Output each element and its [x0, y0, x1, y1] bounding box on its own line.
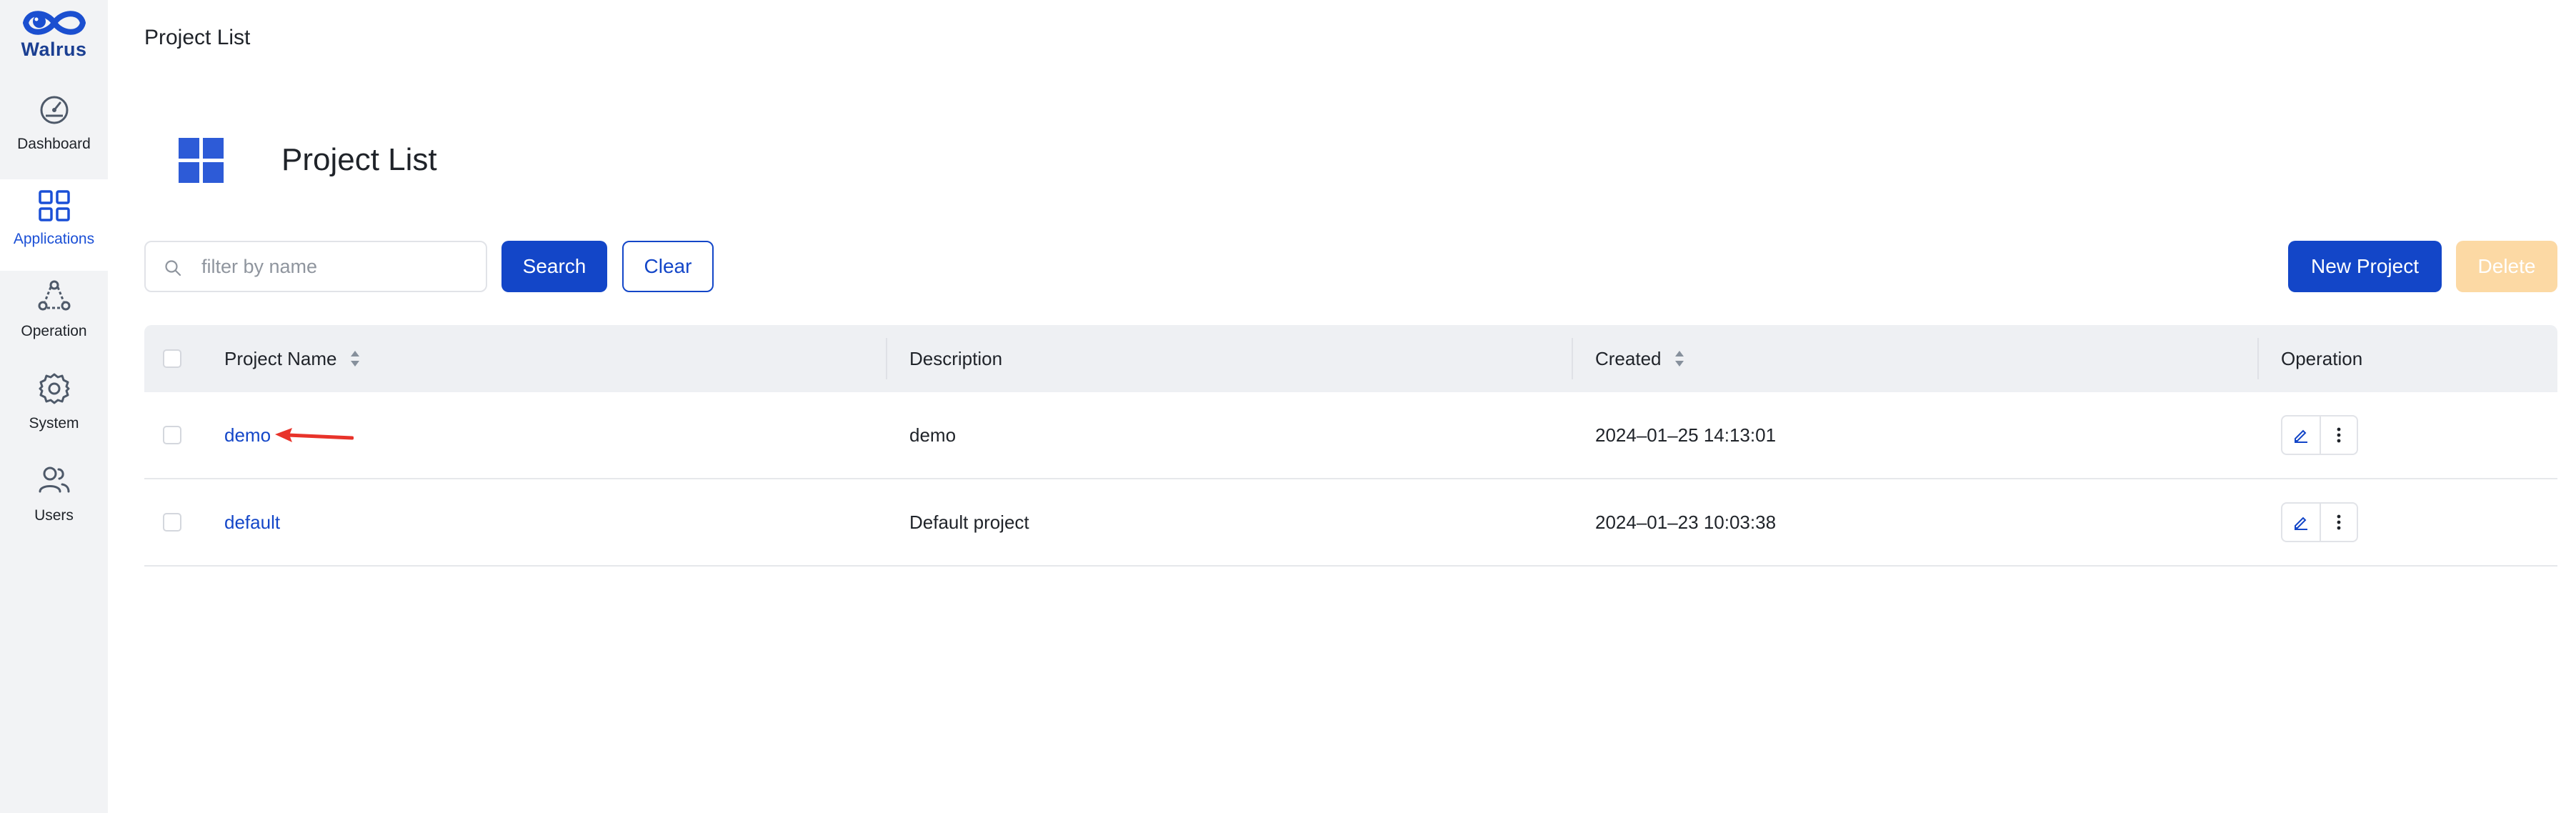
column-header-operation: Operation	[2281, 347, 2363, 369]
search-button[interactable]: Search	[501, 241, 607, 292]
column-divider	[1572, 338, 1573, 379]
sidebar: Walrus Dashboard Applications Operation	[0, 0, 108, 813]
page-title: Project List	[281, 142, 437, 177]
column-divider	[886, 338, 887, 379]
sort-icon[interactable]	[350, 349, 360, 368]
project-description: demo	[909, 424, 957, 446]
sidebar-item-dashboard[interactable]: Dashboard	[0, 94, 108, 186]
column-header-description: Description	[909, 347, 1003, 369]
edit-pencil-icon	[2295, 429, 2307, 443]
sidebar-item-system[interactable]: System	[0, 372, 108, 464]
edit-button[interactable]	[2282, 504, 2320, 541]
users-icon	[39, 467, 69, 493]
sidebar-item-label: System	[29, 415, 79, 432]
project-created: 2024–01–25 14:13:01	[1595, 424, 1777, 446]
sidebar-item-label: Applications	[13, 231, 95, 247]
brand-logo[interactable]: Walrus	[0, 6, 108, 61]
more-actions-button[interactable]	[2320, 417, 2357, 454]
delete-button[interactable]: Delete	[2456, 241, 2557, 292]
project-description: Default project	[909, 511, 1029, 533]
project-created: 2024–01–23 10:03:38	[1595, 511, 1777, 533]
annotation-arrow-icon	[275, 428, 354, 442]
search-field[interactable]	[144, 241, 487, 292]
search-input[interactable]	[200, 242, 479, 291]
more-actions-button[interactable]	[2320, 504, 2357, 541]
column-header-label: Project Name	[224, 347, 337, 369]
sidebar-item-label: Operation	[21, 323, 87, 339]
column-header-label: Created	[1595, 347, 1662, 369]
row-checkbox[interactable]	[163, 426, 181, 444]
brand-name: Walrus	[21, 39, 87, 60]
edit-button[interactable]	[2282, 417, 2320, 454]
table-row: default Default project 2024–01–23 10:03…	[144, 479, 2557, 567]
column-header-created[interactable]: Created	[1595, 325, 1684, 392]
more-vertical-icon	[2337, 427, 2341, 443]
sidebar-item-label: Users	[34, 507, 74, 524]
new-project-button[interactable]: New Project	[2288, 241, 2442, 292]
table-header: Project Name Description Created Operati…	[144, 325, 2557, 392]
sort-icon[interactable]	[1674, 349, 1684, 368]
sidebar-item-applications[interactable]: Applications	[0, 179, 108, 271]
search-icon	[165, 260, 181, 276]
select-all-checkbox[interactable]	[163, 349, 181, 368]
row-checkbox[interactable]	[163, 513, 181, 532]
topbar-title: Project List	[144, 26, 251, 49]
row-actions	[2281, 415, 2358, 455]
gear-icon	[39, 373, 69, 404]
project-table: Project Name Description Created Operati…	[144, 325, 2557, 567]
project-list-icon	[179, 138, 224, 183]
edit-pencil-icon	[2295, 517, 2307, 530]
table-row: demo demo 2024–01–25 14:13:01	[144, 392, 2557, 479]
dashboard-gauge-icon	[40, 96, 68, 124]
column-header-project-name[interactable]: Project Name	[224, 325, 360, 392]
sidebar-item-users[interactable]: Users	[0, 464, 108, 556]
clear-button[interactable]: Clear	[622, 241, 714, 292]
walrus-logo-icon	[22, 11, 86, 35]
more-vertical-icon	[2337, 514, 2341, 530]
sidebar-item-operation[interactable]: Operation	[0, 280, 108, 371]
row-actions	[2281, 502, 2358, 542]
sidebar-item-label: Dashboard	[17, 136, 91, 152]
project-name-link[interactable]: default	[224, 479, 280, 565]
project-name-link[interactable]: demo	[224, 392, 271, 478]
grid-icon	[38, 190, 70, 221]
column-divider	[2257, 338, 2259, 379]
operation-nodes-icon	[38, 280, 70, 311]
